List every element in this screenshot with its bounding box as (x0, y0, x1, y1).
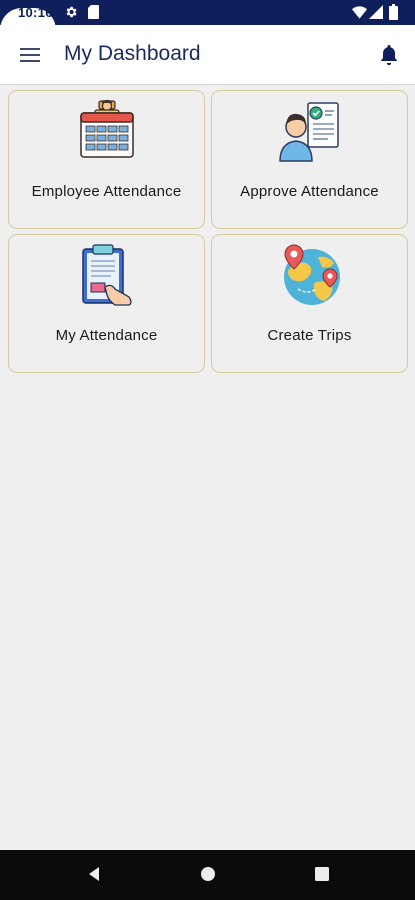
my-attendance-tile[interactable]: My Attendance (8, 234, 205, 373)
tile-label: Create Trips (267, 327, 352, 344)
recent-apps-icon[interactable] (312, 864, 332, 884)
approve-checklist-icon (279, 102, 339, 162)
signal-icon (369, 5, 383, 19)
battery-icon (389, 4, 398, 20)
bell-icon[interactable] (378, 43, 400, 67)
tile-label: Approve Attendance (240, 183, 379, 200)
employee-calendar-icon (80, 99, 134, 158)
approve-attendance-tile[interactable]: Approve Attendance (211, 90, 408, 229)
home-icon[interactable] (198, 864, 218, 884)
tile-label: Employee Attendance (31, 183, 182, 200)
page-title: My Dashboard (64, 42, 201, 65)
create-trips-tile[interactable]: Create Trips (211, 234, 408, 373)
wifi-icon (352, 6, 367, 19)
hamburger-menu-icon[interactable] (19, 44, 41, 66)
tile-label: My Attendance (55, 327, 158, 344)
sd-card-icon (88, 5, 99, 19)
globe-location-icon (284, 244, 340, 305)
system-nav-bar (0, 850, 415, 900)
gear-icon (66, 6, 77, 18)
status-bar: 10:16 (0, 0, 415, 30)
status-time: 10:16 (18, 5, 53, 20)
employee-attendance-tile[interactable]: Employee Attendance (8, 90, 205, 229)
app-bar: My Dashboard (0, 25, 415, 85)
back-icon[interactable] (84, 864, 104, 884)
clipboard-tap-icon (82, 244, 132, 306)
